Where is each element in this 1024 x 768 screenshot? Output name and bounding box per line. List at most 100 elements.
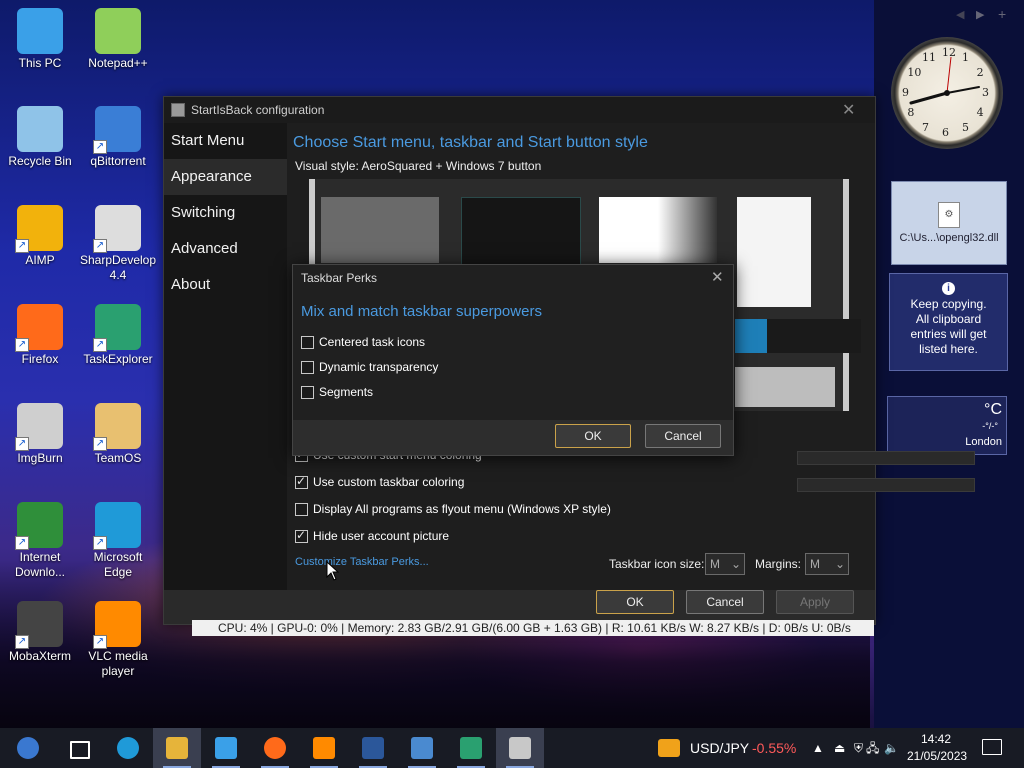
sidebar-next-arrow-icon[interactable]: ▶ xyxy=(976,8,984,21)
show-hidden-icons-chevron-icon[interactable]: ▲ xyxy=(812,728,824,768)
nav-item-advanced[interactable]: Advanced xyxy=(164,231,287,267)
desktop-icon-label: This PC xyxy=(18,56,62,70)
taskbar-button-edge[interactable] xyxy=(104,728,152,768)
shortcut-arrow-icon: ↗ xyxy=(93,338,107,352)
checkbox[interactable] xyxy=(295,474,308,490)
taskbar-button-file-explorer[interactable] xyxy=(153,728,201,768)
teamos-icon: ↗ xyxy=(93,403,141,451)
close-icon[interactable]: ✕ xyxy=(842,100,855,120)
taskbar-button-start-orb[interactable] xyxy=(4,728,52,768)
desktop-icon-computer[interactable]: This PC xyxy=(0,8,80,71)
checkbox[interactable] xyxy=(301,386,314,400)
shortcut-arrow-icon: ↗ xyxy=(93,140,107,154)
shortcut-arrow-icon: ↗ xyxy=(93,635,107,649)
desktop-icon-taskexplorer[interactable]: ↗ TaskExplorer xyxy=(78,304,158,367)
shortcut-arrow-icon: ↗ xyxy=(15,536,29,550)
option-dynamic-transparency[interactable]: Dynamic transparency xyxy=(301,360,439,375)
sidebar-prev-arrow-icon[interactable]: ◀ xyxy=(956,8,964,21)
ok-button[interactable]: OK xyxy=(596,590,674,614)
customize-taskbar-perks-link[interactable]: Customize Taskbar Perks... xyxy=(295,556,429,568)
style-thumb-dark[interactable] xyxy=(461,197,581,265)
taskbar-button-store[interactable] xyxy=(202,728,250,768)
nav-item-start-menu[interactable]: Start Menu xyxy=(164,123,287,159)
startisback-icon xyxy=(509,737,531,759)
ticker-value[interactable]: -0.55% xyxy=(752,728,796,768)
desktop-icon-notepad-plus-plus[interactable]: Notepad++ xyxy=(78,8,158,71)
desktop-icon-edge[interactable]: ↗ Microsoft Edge xyxy=(78,502,158,580)
dialog-ok-button[interactable]: OK xyxy=(555,424,631,448)
tray-virus-protection-icon[interactable]: ⛨ xyxy=(854,728,863,768)
control-panel-icon xyxy=(411,737,433,759)
dialog-cancel-button[interactable]: Cancel xyxy=(645,424,721,448)
option-flyout-menu[interactable]: Display All programs as flyout menu (Win… xyxy=(295,502,611,517)
taskbar-icon-size-label: Taskbar icon size: xyxy=(609,557,705,571)
taskbar-button-control-panel[interactable] xyxy=(398,728,446,768)
icon-size-select[interactable]: M ⌄ xyxy=(705,553,745,575)
nav-item-about[interactable]: About xyxy=(164,267,287,303)
sidebar-nav: Start Menu Appearance Switching Advanced… xyxy=(164,123,287,590)
shortcut-arrow-icon: ↗ xyxy=(93,536,107,550)
desktop-icon-recycle-bin[interactable]: Recycle Bin xyxy=(0,106,80,169)
desktop-icon-aimp[interactable]: ↗ AIMP xyxy=(0,205,80,268)
clock-gadget[interactable]: 12 1 2 3 4 5 6 7 8 9 10 11 xyxy=(891,37,1003,149)
nav-item-switching[interactable]: Switching xyxy=(164,195,287,231)
cancel-button[interactable]: Cancel xyxy=(686,590,764,614)
checkbox[interactable] xyxy=(301,361,314,375)
taskbar-button-word[interactable] xyxy=(349,728,397,768)
weather-gadget[interactable]: °C -°/-° London xyxy=(887,396,1007,455)
desktop-icon-imgburn[interactable]: ↗ ImgBurn xyxy=(0,403,80,466)
desktop-icon-vlc[interactable]: ↗ VLC media player xyxy=(78,601,158,679)
taskbar-button-task-view[interactable] xyxy=(54,728,102,768)
sidebar-plus-icon[interactable]: + xyxy=(998,6,1006,22)
clock-date[interactable]: 21/05/2023 xyxy=(907,749,967,763)
option-segments[interactable]: Segments xyxy=(301,385,373,400)
chevron-down-icon: ⌄ xyxy=(834,557,845,571)
notifications-icon[interactable] xyxy=(982,739,1002,755)
window-titlebar[interactable]: StartIsBack configuration ✕ xyxy=(164,97,875,123)
taskbar-button-startisback[interactable] xyxy=(496,728,544,768)
file-explorer-icon xyxy=(166,737,188,759)
clock-time[interactable]: 14:42 xyxy=(921,732,951,746)
option-custom-taskbar-coloring[interactable]: Use custom taskbar coloring xyxy=(295,474,464,490)
style-thumb-white[interactable] xyxy=(737,197,811,307)
option-hide-account-picture[interactable]: Hide user account picture xyxy=(295,528,449,544)
visual-style-label: Visual style: AeroSquared + Windows 7 bu… xyxy=(295,159,542,173)
taskbar-preview-folder xyxy=(735,319,861,353)
system-stats: CPU: 4% | GPU-0: 0% | Memory: 2.83 GB/2.… xyxy=(218,621,851,635)
desktop-icon-label: SharpDevelop 4.4 xyxy=(79,253,157,282)
menu-coloring-slider[interactable] xyxy=(797,451,975,465)
ticker-label[interactable]: USD/JPY xyxy=(690,728,749,768)
desktop-icon-sharpdevelop[interactable]: ↗ SharpDevelop 4.4 xyxy=(78,205,158,283)
desktop-icon-label: qBittorrent xyxy=(90,154,146,168)
desktop-icon-teamos[interactable]: ↗ TeamOS xyxy=(78,403,158,466)
checkbox[interactable] xyxy=(295,528,308,544)
desktop-icon-qbittorrent[interactable]: ↗ qBittorrent xyxy=(78,106,158,169)
style-thumb-light[interactable] xyxy=(599,197,717,263)
apply-button[interactable]: Apply xyxy=(776,590,854,614)
taskbar-coloring-slider[interactable] xyxy=(797,478,975,492)
desktop-icon-mobaxterm[interactable]: ↗ MobaXterm xyxy=(0,601,80,664)
style-thumb-gray[interactable] xyxy=(321,197,439,263)
icon-size-value: M xyxy=(710,557,720,571)
clipboard-gadget[interactable]: i Keep copying. All clipboard entries wi… xyxy=(889,273,1008,371)
checkbox[interactable] xyxy=(295,503,308,517)
tray-network-icon[interactable]: 🖧 xyxy=(866,728,879,768)
option-label: Dynamic transparency xyxy=(319,360,439,374)
clock-hands-icon xyxy=(909,56,980,105)
tray-usb-icon[interactable]: ⏏ xyxy=(834,728,845,768)
option-centered-task-icons[interactable]: Centered task icons xyxy=(301,335,425,350)
desktop-icon-internet-download-manager[interactable]: ↗ Internet Downlo... xyxy=(0,502,80,580)
margins-value: M xyxy=(810,557,820,571)
desktop-icon-firefox[interactable]: ↗ Firefox xyxy=(0,304,80,367)
margins-select[interactable]: M ⌄ xyxy=(805,553,849,575)
taskbar-button-taskexplorer[interactable] xyxy=(447,728,495,768)
vlc-icon: ↗ xyxy=(93,601,141,649)
taskbar-button-firefox[interactable] xyxy=(251,728,299,768)
dialog-close-icon[interactable]: ✕ xyxy=(711,268,724,286)
nav-item-appearance[interactable]: Appearance xyxy=(164,159,287,195)
checkbox[interactable] xyxy=(301,336,314,350)
file-gadget[interactable]: ⚙ C:\Us...\opengl32.dll xyxy=(891,181,1007,265)
currency-ticker-icon[interactable] xyxy=(658,739,680,757)
taskbar-button-vlc[interactable] xyxy=(300,728,348,768)
tray-volume-icon[interactable]: 🔈 xyxy=(884,728,899,768)
